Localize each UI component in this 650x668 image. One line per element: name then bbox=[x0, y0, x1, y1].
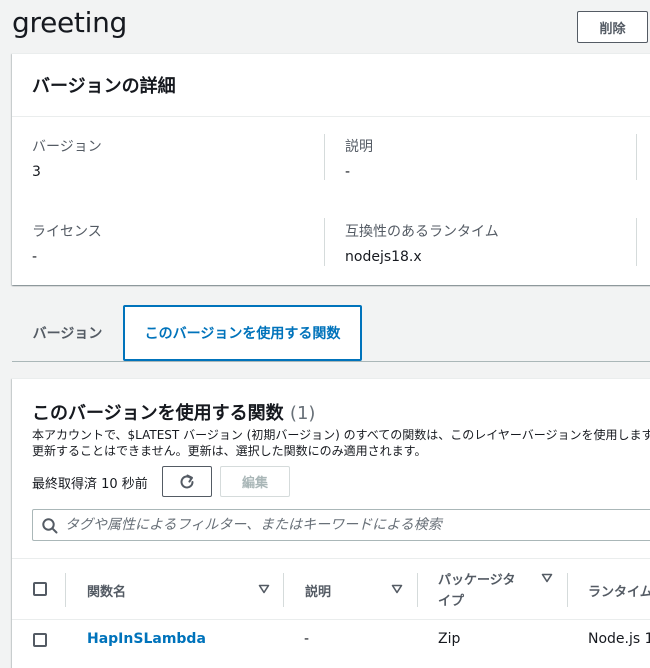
column-divider bbox=[636, 218, 637, 266]
column-divider bbox=[324, 134, 325, 180]
search-icon bbox=[42, 518, 58, 534]
refresh-icon bbox=[180, 474, 194, 488]
functions-description-line: 本アカウントで、$LATEST バージョン (初期バージョン) のすべての関数は… bbox=[32, 428, 650, 442]
field-runtimes-value: nodejs18.x bbox=[345, 249, 422, 265]
version-details-heading: バージョンの詳細 bbox=[12, 54, 650, 117]
column-header-package-type-line: イプ bbox=[438, 594, 465, 609]
refresh-button[interactable] bbox=[162, 466, 212, 497]
field-description-value: - bbox=[345, 164, 351, 180]
column-separator bbox=[283, 573, 284, 607]
last-fetched-text: 最終取得済 10 秒前 bbox=[32, 477, 148, 492]
column-divider bbox=[636, 134, 637, 180]
function-runtime-cell: Node.js 18 bbox=[588, 631, 650, 647]
tab-functions-using-version[interactable]: このバージョンを使用する関数 bbox=[123, 305, 362, 361]
functions-panel: このバージョンを使用する関数 (1) 本アカウントで、$LATEST バージョン… bbox=[12, 378, 650, 668]
sort-caret-icon[interactable] bbox=[258, 584, 270, 594]
function-name-link[interactable]: HapInSLambda bbox=[87, 631, 206, 647]
functions-description: 本アカウントで、$LATEST バージョン (初期バージョン) のすべての関数は… bbox=[32, 427, 650, 459]
field-description: 説明 - bbox=[345, 136, 373, 180]
tab-bar: バージョン このバージョンを使用する関数 bbox=[12, 305, 650, 362]
functions-description-line: 更新することはできません。更新は、選択した関数にのみ適用されます。 bbox=[32, 444, 427, 458]
sort-caret-icon[interactable] bbox=[541, 573, 553, 583]
functions-heading-text: このバージョンを使用する関数 bbox=[32, 403, 284, 424]
filter-search-input[interactable] bbox=[65, 510, 650, 540]
delete-button[interactable]: 削除 bbox=[577, 11, 648, 43]
column-header-function-name[interactable]: 関数名 bbox=[87, 581, 126, 600]
column-header-description[interactable]: 説明 bbox=[305, 581, 331, 600]
edit-button[interactable]: 編集 bbox=[220, 466, 290, 497]
function-description-cell: - bbox=[304, 631, 310, 647]
select-all-checkbox[interactable] bbox=[33, 582, 47, 596]
field-runtimes: 互換性のあるランタイム nodejs18.x bbox=[345, 221, 499, 265]
column-separator bbox=[567, 573, 568, 607]
field-license-value: - bbox=[32, 249, 38, 265]
field-runtimes-label: 互換性のあるランタイム bbox=[345, 224, 499, 240]
field-version: バージョン 3 bbox=[32, 136, 102, 180]
page-title: greeting bbox=[12, 6, 128, 39]
version-details-panel: バージョンの詳細 バージョン 3 説明 - ライセンス - 互換性のあるランタイ… bbox=[12, 53, 650, 285]
column-divider bbox=[324, 218, 325, 266]
functions-table-header: 関数名 説明 パッケージタ イプ ランタイム bbox=[12, 558, 650, 620]
function-package-type-cell: Zip bbox=[438, 631, 461, 647]
field-license: ライセンス - bbox=[32, 221, 102, 265]
field-description-label: 説明 bbox=[345, 139, 373, 155]
sort-caret-icon[interactable] bbox=[391, 584, 403, 594]
field-license-label: ライセンス bbox=[32, 224, 102, 240]
column-separator bbox=[417, 573, 418, 607]
column-separator bbox=[65, 573, 66, 607]
field-version-label: バージョン bbox=[32, 139, 102, 155]
column-header-runtime[interactable]: ランタイム bbox=[588, 581, 650, 600]
tab-version[interactable]: バージョン bbox=[12, 305, 123, 361]
functions-count: (1) bbox=[289, 403, 316, 424]
filter-search-box bbox=[32, 509, 650, 541]
row-select-checkbox[interactable] bbox=[33, 633, 47, 647]
column-header-package-type-line: パッケージタ bbox=[438, 573, 516, 588]
table-row: HapInSLambda - Zip Node.js 18 bbox=[12, 621, 650, 661]
field-version-value: 3 bbox=[32, 164, 41, 180]
column-header-package-type[interactable]: パッケージタ イプ bbox=[438, 570, 515, 612]
functions-heading: このバージョンを使用する関数 (1) bbox=[32, 399, 315, 425]
